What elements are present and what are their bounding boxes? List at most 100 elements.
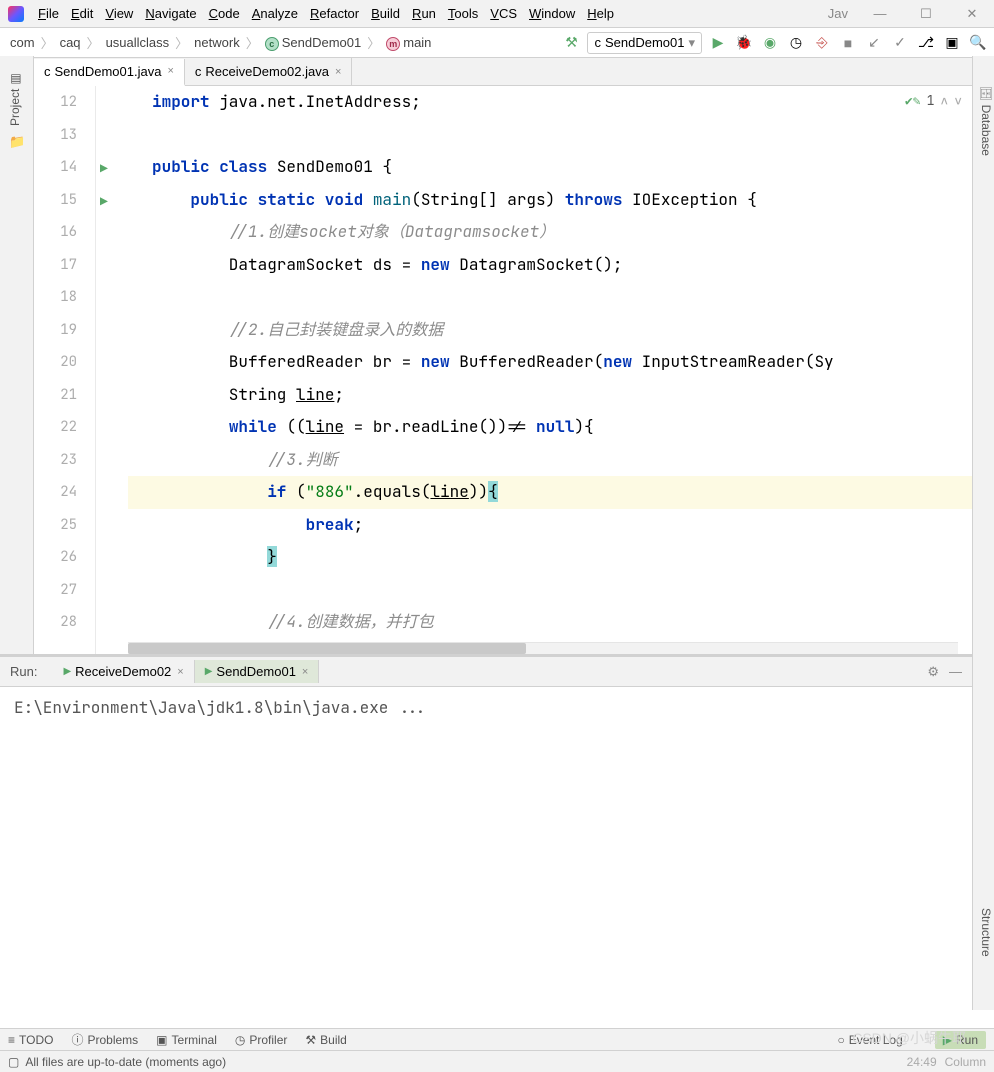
vcs-update-icon[interactable]: ↙	[864, 33, 884, 53]
tab-ReceiveDemo02.java[interactable]: cReceiveDemo02.java×	[185, 58, 353, 85]
code-line[interactable]: String line;	[128, 379, 972, 412]
inspection-widget[interactable]: ✔✎ 1 ∧ ∨	[905, 92, 962, 109]
git-icon[interactable]: ⎇	[916, 33, 936, 53]
crumb-usuallclass[interactable]: usuallclass	[102, 35, 174, 50]
line-number[interactable]: 18	[34, 281, 95, 314]
menu-view[interactable]: View	[99, 4, 139, 23]
code-line[interactable]	[128, 281, 972, 314]
hide-icon[interactable]: —	[949, 664, 962, 680]
todo-button[interactable]: ≡TODO	[8, 1033, 53, 1047]
gutter-run-icon[interactable]: ▶	[100, 193, 108, 210]
line-number[interactable]: 15	[34, 184, 95, 217]
menu-help[interactable]: Help	[581, 4, 620, 23]
profiler-icon[interactable]: ◷	[786, 33, 806, 53]
menu-navigate[interactable]: Navigate	[139, 4, 202, 23]
coverage-icon[interactable]: ◉	[760, 33, 780, 53]
line-number[interactable]: 12	[34, 86, 95, 119]
maximize-button[interactable]: ☐	[912, 4, 940, 24]
run-tab-ReceiveDemo02[interactable]: ▶ReceiveDemo02×	[53, 660, 194, 683]
problems-button[interactable]: ⓘProblems	[71, 1031, 138, 1048]
line-number[interactable]: 23	[34, 444, 95, 477]
minimize-button[interactable]: —	[866, 4, 894, 24]
stop-icon[interactable]: ■	[838, 33, 858, 53]
code-line[interactable]	[128, 119, 972, 152]
code-line[interactable]: BufferedReader br = new BufferedReader(n…	[128, 346, 972, 379]
gutter-run-icon[interactable]: ▶	[100, 160, 108, 177]
crumb-com[interactable]: com	[6, 35, 39, 50]
structure-tool-button[interactable]: Structure	[979, 908, 993, 957]
project-folder-icon[interactable]: 📁	[9, 134, 25, 150]
line-number[interactable]: 25	[34, 509, 95, 542]
code-line[interactable]: public static void main(String[] args) t…	[128, 184, 972, 217]
menu-tools[interactable]: Tools	[442, 4, 484, 23]
close-icon[interactable]: ×	[167, 65, 173, 77]
menu-window[interactable]: Window	[523, 4, 581, 23]
debug-icon[interactable]: 🐞	[734, 33, 754, 53]
code-line[interactable]	[128, 574, 972, 607]
close-icon[interactable]: ×	[177, 666, 183, 678]
line-number[interactable]: 28	[34, 606, 95, 639]
menu-build[interactable]: Build	[365, 4, 406, 23]
crumb-SendDemo01[interactable]: cSendDemo01	[261, 35, 366, 51]
menu-run[interactable]: Run	[406, 4, 442, 23]
line-number[interactable]: 14	[34, 151, 95, 184]
code-line[interactable]: DatagramSocket ds = new DatagramSocket()…	[128, 249, 972, 282]
crumb-network[interactable]: network	[190, 35, 244, 50]
run-configuration-dropdown[interactable]: c SendDemo01 ▾	[587, 32, 702, 54]
run-tab-SendDemo01[interactable]: ▶SendDemo01×	[195, 660, 320, 683]
menu-code[interactable]: Code	[203, 4, 246, 23]
status-icon[interactable]: ▢	[8, 1055, 19, 1069]
profiler-button[interactable]: ◷Profiler	[235, 1033, 288, 1047]
code-line[interactable]: import java.net.InetAddress;	[128, 86, 972, 119]
attach-icon[interactable]: ⎆	[812, 33, 832, 53]
search-icon[interactable]: 🔍	[968, 33, 988, 53]
line-number[interactable]: 20	[34, 346, 95, 379]
run-anything-icon[interactable]: ▣	[942, 33, 962, 53]
vcs-commit-icon[interactable]: ✓	[890, 33, 910, 53]
menu-vcs[interactable]: VCS	[484, 4, 523, 23]
line-number[interactable]: 24	[34, 476, 95, 509]
terminal-button[interactable]: ▣Terminal	[156, 1033, 217, 1047]
crumb-caq[interactable]: caq	[56, 35, 85, 50]
breadcrumb[interactable]: com〉caq〉usuallclass〉network〉cSendDemo01〉…	[6, 33, 435, 52]
tab-SendDemo01.java[interactable]: cSendDemo01.java×	[34, 59, 185, 86]
code-line[interactable]: public class SendDemo01 {	[128, 151, 972, 184]
settings-icon[interactable]: ⚙	[927, 664, 939, 680]
build-button[interactable]: ⚒Build	[305, 1033, 346, 1047]
line-number[interactable]: 27	[34, 574, 95, 607]
line-number[interactable]: 17	[34, 249, 95, 282]
project-tool-button[interactable]: Project ▥	[8, 73, 22, 126]
caret-position[interactable]: 24:49	[907, 1055, 937, 1069]
line-number[interactable]: 16	[34, 216, 95, 249]
run-icon[interactable]: ▶	[708, 33, 728, 53]
code-line[interactable]: if ("886".equals(line)){	[128, 476, 972, 509]
code-line[interactable]: //1.创建socket对象（Datagramsocket）	[128, 216, 972, 249]
close-icon[interactable]: ×	[335, 66, 341, 78]
close-button[interactable]: ✕	[958, 4, 986, 24]
menu-analyze[interactable]: Analyze	[246, 4, 304, 23]
code-line[interactable]: break;	[128, 509, 972, 542]
line-number[interactable]: 13	[34, 119, 95, 152]
code-line[interactable]: while ((line = br.readLine())!= null){	[128, 411, 972, 444]
code-line[interactable]: }	[128, 541, 972, 574]
horizontal-scrollbar[interactable]	[128, 642, 958, 654]
line-number[interactable]: 22	[34, 411, 95, 444]
code-editor[interactable]: 1213141516171819202122232425262728 ▶▶💡 i…	[34, 86, 972, 654]
column-label[interactable]: Column	[945, 1055, 986, 1069]
database-tool-button[interactable]: 🗄 Database	[979, 86, 993, 156]
crumb-main[interactable]: mmain	[382, 35, 435, 51]
line-number[interactable]: 21	[34, 379, 95, 412]
code-line[interactable]: //4.创建数据，并打包	[128, 606, 972, 639]
menu-file[interactable]: File	[32, 4, 65, 23]
line-number[interactable]: 19	[34, 314, 95, 347]
line-number[interactable]: 26	[34, 541, 95, 574]
console-output[interactable]: E:\Environment\Java\jdk1.8\bin\java.exe …	[0, 687, 972, 728]
down-icon[interactable]: ∨	[954, 92, 962, 109]
gutter[interactable]: 1213141516171819202122232425262728	[34, 86, 96, 654]
code-line[interactable]: //3.判断	[128, 444, 972, 477]
code-line[interactable]: //2.自己封装键盘录入的数据	[128, 314, 972, 347]
up-icon[interactable]: ∧	[940, 92, 948, 109]
menu-edit[interactable]: Edit	[65, 4, 99, 23]
code-area[interactable]: import java.net.InetAddress; public class…	[128, 86, 972, 639]
close-icon[interactable]: ×	[302, 666, 308, 678]
